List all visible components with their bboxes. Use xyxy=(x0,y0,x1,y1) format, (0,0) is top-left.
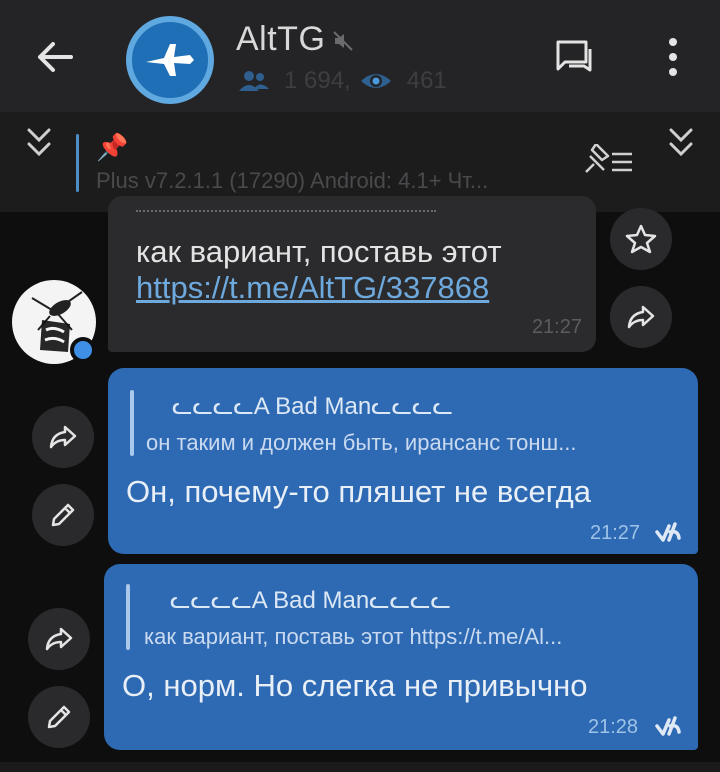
chat-header: AltTG 1 694, 461 xyxy=(0,0,720,112)
pinned-text: Plus v7.2.1.1 (17290) Android: 4.1+ Чт..… xyxy=(96,168,489,193)
message-time: 21:27 xyxy=(531,316,582,338)
online-indicator xyxy=(70,337,96,363)
muted-speaker-icon xyxy=(333,31,353,51)
double-chevron-down-icon[interactable] xyxy=(24,126,54,160)
message-time: 21:28 xyxy=(588,716,639,738)
pinned-list-icon[interactable] xyxy=(582,144,636,178)
subscriber-count: 1 694, xyxy=(284,67,351,94)
outgoing-message[interactable]: ᓚᓚᓚᓚA Bad Manᓚᓚᓚᓚ как вариант, поставь э… xyxy=(104,564,698,750)
message-text: Он, почему-то пляшет не всегда xyxy=(126,474,592,509)
reply-indicator xyxy=(130,390,134,456)
forward-button[interactable] xyxy=(28,608,90,670)
online-count: 461 xyxy=(406,67,447,94)
pencil-icon xyxy=(47,705,71,729)
channel-avatar[interactable] xyxy=(126,16,214,104)
message-time: 21:27 xyxy=(590,522,641,544)
pushpin-icon: 📌 xyxy=(96,132,129,162)
back-button[interactable] xyxy=(28,30,82,84)
share-arrow-icon xyxy=(45,627,73,651)
more-menu-button[interactable] xyxy=(646,30,700,84)
reply-text: как вариант, поставь этот https://t.me/A… xyxy=(144,624,563,649)
discussion-button[interactable] xyxy=(548,30,602,84)
jet-icon xyxy=(146,44,194,76)
read-receipt-icon xyxy=(655,716,681,736)
edit-button[interactable] xyxy=(28,686,90,748)
favorite-button[interactable] xyxy=(610,208,672,270)
bottom-edge xyxy=(0,762,720,772)
share-arrow-icon xyxy=(627,305,655,329)
members-icon xyxy=(239,71,269,91)
comments-icon xyxy=(556,40,592,72)
forward-button[interactable] xyxy=(32,406,94,468)
forward-button[interactable] xyxy=(610,286,672,348)
read-receipt-icon xyxy=(655,522,681,542)
channel-stats: 1 694, 461 xyxy=(238,64,447,98)
reply-text: он таким и должен быть, ирансанс тонш... xyxy=(146,430,577,455)
message-link[interactable]: https://t.me/AltTG/337868 xyxy=(136,270,489,306)
reply-author: ᓚᓚᓚᓚA Bad Manᓚᓚᓚᓚ xyxy=(172,393,453,420)
reply-author: ᓚᓚᓚᓚA Bad Manᓚᓚᓚᓚ xyxy=(170,587,451,614)
eye-icon xyxy=(360,74,391,88)
edit-button[interactable] xyxy=(32,484,94,546)
more-vertical-icon xyxy=(669,38,677,76)
outgoing-message[interactable]: ᓚᓚᓚᓚA Bad Manᓚᓚᓚᓚ он таким и должен быть… xyxy=(108,368,698,554)
double-chevron-down-icon[interactable] xyxy=(666,126,696,160)
arrow-left-icon xyxy=(38,42,73,72)
pinned-indicator xyxy=(76,134,79,192)
pencil-icon xyxy=(51,503,75,527)
star-icon xyxy=(625,224,657,254)
message-text: как вариант, поставь этот xyxy=(136,234,502,269)
chat-title: AltTG xyxy=(236,20,326,58)
incoming-message[interactable]: как вариант, поставь этот https://t.me/A… xyxy=(108,196,596,352)
message-text: О, норм. Но слегка не привычно xyxy=(122,668,588,703)
share-arrow-icon xyxy=(49,425,77,449)
reply-indicator xyxy=(126,584,130,650)
